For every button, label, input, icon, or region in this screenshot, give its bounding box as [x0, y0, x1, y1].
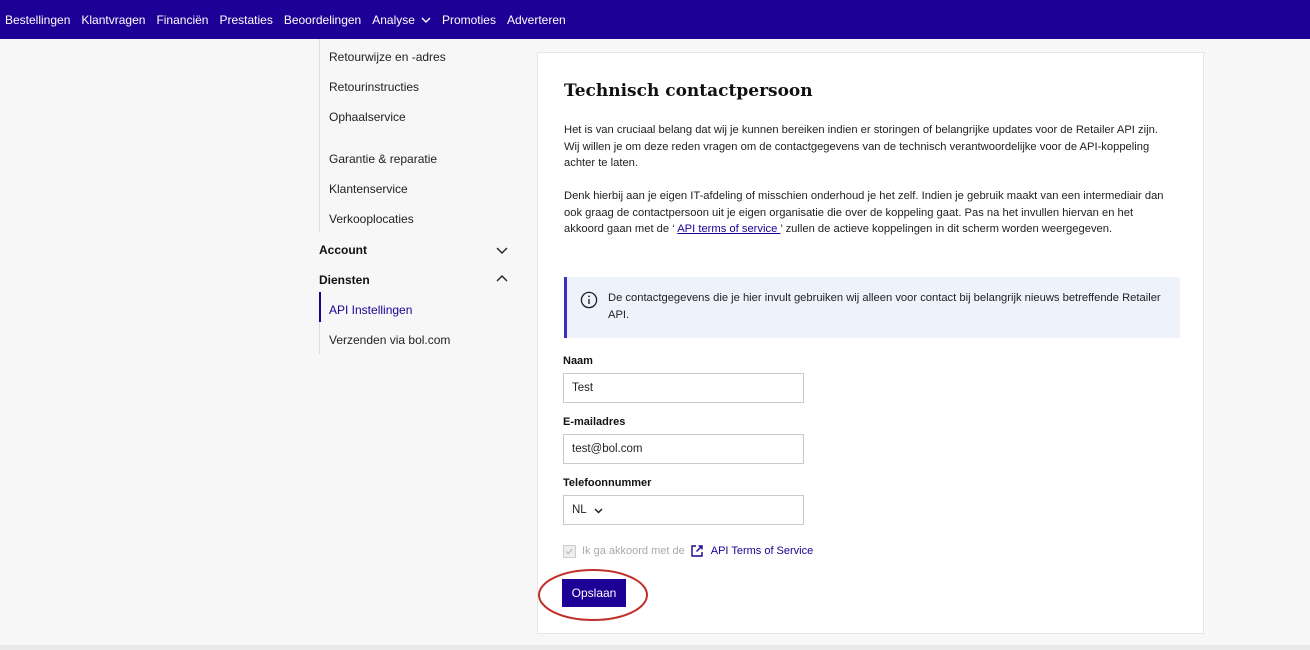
sidebar-item-api-instellingen[interactable]: API Instellingen: [329, 303, 412, 317]
email-label: E-mailadres: [563, 416, 626, 428]
info-icon: [580, 291, 598, 309]
name-label: Naam: [563, 355, 593, 367]
sidebar-heading-diensten[interactable]: Diensten: [319, 273, 370, 287]
sidebar-item-ophaalservice[interactable]: Ophaalservice: [329, 110, 406, 124]
sidebar-divider: [319, 39, 320, 232]
email-value: test@bol.com: [572, 443, 643, 455]
api-terms-link[interactable]: API terms of service: [677, 223, 780, 235]
intro-paragraph: Het is van cruciaal belang dat wij je ku…: [564, 124, 1158, 169]
country-code-select[interactable]: NL: [572, 504, 587, 516]
page-title: Technisch contactpersoon: [564, 81, 813, 101]
phone-label: Telefoonnummer: [563, 477, 652, 489]
bottom-strip: [0, 645, 1310, 650]
info-text: De contactgegevens die je hier invult ge…: [608, 292, 1161, 321]
nav-financien[interactable]: Financiën: [156, 13, 208, 27]
technical-contact-card: Technisch contactpersoon Het is van cruc…: [537, 52, 1204, 634]
sidebar-item-verkooplocaties[interactable]: Verkooplocaties: [329, 212, 414, 226]
phone-field[interactable]: NL: [563, 495, 804, 525]
terms-consent: Ik ga akkoord met de API Terms of Servic…: [563, 544, 813, 558]
api-terms-of-service-label: API Terms of Service: [710, 545, 814, 557]
sidebar-heading-account[interactable]: Account: [319, 243, 367, 257]
nav-analyse[interactable]: Analyse: [372, 13, 431, 27]
sidebar-item-retourwijze[interactable]: Retourwijze en -adres: [329, 50, 446, 64]
checkmark-icon: [565, 548, 573, 554]
chevron-down-icon[interactable]: [594, 506, 603, 515]
sidebar-item-verzenden[interactable]: Verzenden via bol.com: [329, 333, 450, 347]
chevron-down-icon: [421, 17, 431, 23]
nav-prestaties[interactable]: Prestaties: [219, 13, 272, 27]
nav-bestellingen[interactable]: Bestellingen: [5, 13, 70, 27]
nav-adverteren[interactable]: Adverteren: [507, 13, 566, 27]
nav-klantvragen[interactable]: Klantvragen: [81, 13, 145, 27]
sidebar-item-garantie[interactable]: Garantie & reparatie: [329, 152, 437, 166]
sidebar-item-retourinstructies[interactable]: Retourinstructies: [329, 80, 419, 94]
nav-analyse-label: Analyse: [372, 12, 415, 27]
api-terms-of-service-link[interactable]: API Terms of Service: [690, 544, 814, 558]
consent-checkbox[interactable]: [563, 544, 576, 558]
nav-beoordelingen[interactable]: Beoordelingen: [284, 13, 361, 27]
chevron-up-icon[interactable]: [496, 273, 508, 285]
chevron-down-icon[interactable]: [496, 244, 508, 256]
annotation-circle: [538, 569, 648, 621]
sidebar-item-klantenservice[interactable]: Klantenservice: [329, 182, 408, 196]
active-indicator: [319, 292, 321, 322]
name-value: Test: [572, 382, 594, 394]
consent-text: Ik ga akkoord met de: [582, 545, 685, 557]
email-field[interactable]: test@bol.com: [563, 434, 804, 464]
top-navigation: Bestellingen Klantvragen Financiën Prest…: [0, 0, 1310, 39]
description-paragraph: Denk hierbij aan je eigen IT-afdeling of…: [564, 188, 1174, 238]
info-notice: De contactgegevens die je hier invult ge…: [564, 277, 1180, 338]
name-field[interactable]: Test: [563, 373, 804, 403]
description-text-end: ’ zullen de actieve koppelingen in dit s…: [780, 223, 1113, 235]
external-link-icon: [691, 545, 703, 557]
nav-promoties[interactable]: Promoties: [442, 13, 496, 27]
